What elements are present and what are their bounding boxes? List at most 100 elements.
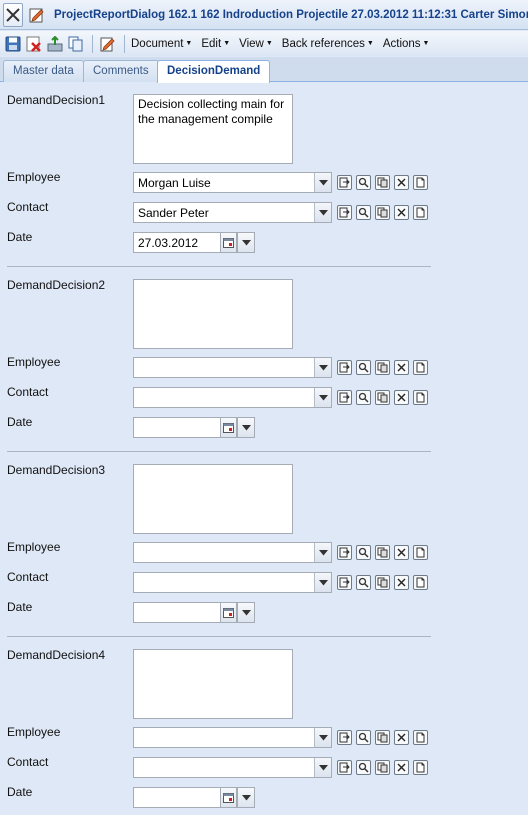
dropdown-trigger[interactable] (314, 543, 331, 562)
clear-icon (397, 393, 406, 402)
tab-master-data[interactable]: Master data (3, 60, 84, 82)
chevron-down-icon (318, 364, 328, 370)
copy-button[interactable] (375, 390, 390, 405)
copy-button[interactable] (375, 205, 390, 220)
open-icon (339, 547, 350, 558)
calendar-icon (223, 608, 234, 618)
new-document-button[interactable] (413, 730, 428, 745)
delete-button[interactable] (25, 35, 43, 53)
open-button[interactable] (337, 760, 352, 775)
date-field[interactable]: 27.03.2012 (133, 232, 221, 253)
copy-button[interactable] (375, 575, 390, 590)
menu-view[interactable]: View ▼ (239, 38, 273, 50)
menu-actions[interactable]: Actions ▼ (383, 38, 430, 50)
employee-combobox[interactable] (133, 727, 332, 748)
clear-button[interactable] (394, 575, 409, 590)
clear-button[interactable] (394, 545, 409, 560)
tab-decision-demand[interactable]: DecisionDemand (157, 60, 271, 83)
search-button[interactable] (356, 205, 371, 220)
dropdown-trigger[interactable] (314, 358, 331, 377)
copy-button[interactable] (375, 730, 390, 745)
open-button[interactable] (337, 390, 352, 405)
new-document-button[interactable] (413, 545, 428, 560)
dropdown-trigger[interactable] (314, 573, 331, 592)
decision-text-area[interactable] (133, 464, 293, 534)
date-field[interactable] (133, 787, 221, 808)
search-button[interactable] (356, 390, 371, 405)
copy-button[interactable] (375, 175, 390, 190)
employee-label: Employee (7, 725, 61, 739)
clear-icon (397, 763, 406, 772)
date-field[interactable] (133, 417, 221, 438)
contact-combobox[interactable] (133, 572, 332, 593)
employee-combobox[interactable]: Morgan Luise (133, 172, 332, 193)
decision-text-area[interactable] (133, 649, 293, 719)
menu-document[interactable]: Document ▼ (131, 38, 192, 50)
chevron-down-icon: ▼ (366, 40, 374, 47)
search-button[interactable] (356, 575, 371, 590)
contact-combobox[interactable] (133, 757, 332, 778)
new-document-button[interactable] (413, 175, 428, 190)
employee-combobox[interactable] (133, 542, 332, 563)
section-title: DemandDecision2 (7, 278, 106, 292)
edit-button[interactable] (99, 35, 117, 53)
tab-comments[interactable]: Comments (83, 60, 159, 82)
menu-back-references[interactable]: Back references ▼ (282, 38, 374, 50)
contact-combobox[interactable] (133, 387, 332, 408)
close-button[interactable] (3, 2, 23, 27)
calendar-button[interactable] (221, 787, 237, 808)
open-button[interactable] (337, 205, 352, 220)
decision-text-area[interactable] (133, 279, 293, 349)
search-button[interactable] (356, 545, 371, 560)
employee-combobox[interactable] (133, 357, 332, 378)
copy-icon (377, 547, 388, 558)
export-button[interactable] (46, 35, 64, 53)
date-dropdown-button[interactable] (237, 787, 255, 808)
open-button[interactable] (337, 175, 352, 190)
open-button[interactable] (337, 730, 352, 745)
menu-edit[interactable]: Edit ▼ (201, 38, 230, 50)
open-button[interactable] (337, 360, 352, 375)
clear-button[interactable] (394, 205, 409, 220)
date-dropdown-button[interactable] (237, 602, 255, 623)
clear-button[interactable] (394, 730, 409, 745)
open-button[interactable] (337, 545, 352, 560)
search-button[interactable] (356, 760, 371, 775)
calendar-button[interactable] (221, 232, 237, 253)
save-button[interactable] (4, 35, 22, 53)
copy-icon (377, 362, 388, 373)
new-document-button[interactable] (413, 390, 428, 405)
clear-button[interactable] (394, 390, 409, 405)
dropdown-trigger[interactable] (314, 728, 331, 747)
search-button[interactable] (356, 730, 371, 745)
decision-text-area[interactable]: Decision collecting main for the managem… (133, 94, 293, 164)
dropdown-trigger[interactable] (314, 173, 331, 192)
dropdown-trigger[interactable] (314, 388, 331, 407)
date-dropdown-button[interactable] (237, 417, 255, 438)
edit-window-button[interactable] (28, 3, 46, 27)
clear-button[interactable] (394, 360, 409, 375)
search-button[interactable] (356, 360, 371, 375)
contact-combobox[interactable]: Sander Peter (133, 202, 332, 223)
clear-button[interactable] (394, 175, 409, 190)
clear-button[interactable] (394, 760, 409, 775)
dropdown-trigger[interactable] (314, 758, 331, 777)
section-divider (7, 266, 431, 267)
copy-button[interactable] (375, 545, 390, 560)
search-button[interactable] (356, 175, 371, 190)
copy-button[interactable] (375, 360, 390, 375)
copy-button[interactable] (375, 760, 390, 775)
open-button[interactable] (337, 575, 352, 590)
dropdown-trigger[interactable] (314, 203, 331, 222)
new-document-button[interactable] (413, 360, 428, 375)
date-field[interactable] (133, 602, 221, 623)
copy-button[interactable] (67, 35, 85, 53)
new-document-button[interactable] (413, 575, 428, 590)
chevron-down-icon (318, 179, 328, 185)
new-document-button[interactable] (413, 760, 428, 775)
date-dropdown-button[interactable] (237, 232, 255, 253)
new-document-button[interactable] (413, 205, 428, 220)
new-document-icon (416, 732, 425, 743)
calendar-button[interactable] (221, 602, 237, 623)
calendar-button[interactable] (221, 417, 237, 438)
